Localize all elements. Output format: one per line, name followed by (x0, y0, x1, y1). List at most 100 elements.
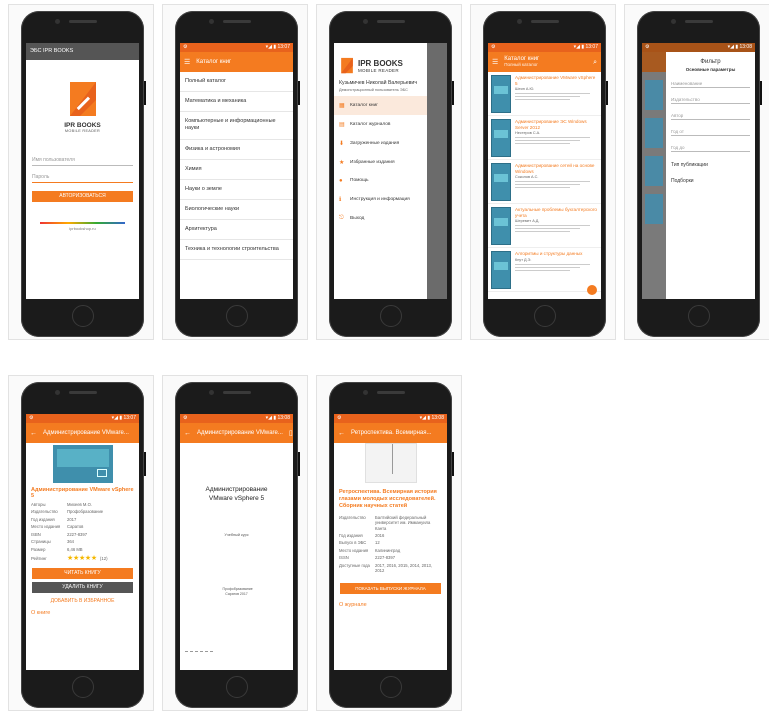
login-screen: ЭБС IPR BOOKS IPR BOOKS MOBILE READER Им… (26, 43, 139, 299)
home-button[interactable] (379, 305, 402, 327)
drawer-item[interactable]: ▤ Каталог журналов (334, 115, 427, 134)
back-arrow-icon[interactable]: ← (338, 430, 345, 437)
phone-frame: ⚙ ▾◢ ▮ 13:07 ☰ Каталог книг Полный катало… (483, 11, 608, 337)
book-thumbnail (491, 207, 511, 245)
show-issues-button[interactable]: ПОКАЗАТЬ ВЫПУСКИ ЖУРНАЛА (340, 582, 441, 594)
ipr-logo-icon (341, 57, 353, 74)
menu-icon[interactable]: ☰ (492, 59, 498, 66)
drawer-logo-title: IPR BOOKS (358, 59, 403, 68)
book-list-item[interactable]: Администрирование сетей на основе Window… (488, 160, 601, 204)
catalog-item[interactable]: Техника и технологии строительства (180, 240, 293, 261)
page-heading-line1: Администрирование (205, 486, 268, 493)
book-list-author: Шеремет А.Д. (515, 219, 540, 223)
drawer-item[interactable]: ▦ Каталог книг (334, 95, 427, 115)
drawer-item[interactable]: ℹ Инструкция и информация (334, 190, 427, 209)
meta-value: 6,46 MB (67, 546, 83, 552)
meta-value: 2227-8397 (67, 531, 88, 537)
meta-label: Размер (31, 546, 46, 552)
meta-row: Размер 6,46 MB (26, 546, 139, 553)
filter-screen: ⚙ ▾◢ ▮ 13:08 Фильтр Основные параметры На… (642, 43, 755, 299)
reader-screen: ⚙ ▾◢ ▮ 13:08 ← Администрирование VMware..… (180, 414, 293, 670)
drawer-item-label: Выход (350, 215, 365, 221)
filter-field[interactable]: Издательство (671, 97, 750, 104)
help-icon: ● (339, 177, 343, 184)
meta-row: Год издания 2017 (26, 516, 139, 523)
back-arrow-icon[interactable]: ← (30, 430, 37, 437)
meta-value: Саратов (67, 524, 84, 530)
search-icon[interactable]: ⌕ (593, 59, 597, 66)
catalog-item[interactable]: Науки о земле (180, 180, 293, 200)
drawer-item[interactable]: ★ Избранные издания (334, 153, 427, 172)
book-list-subtitle: Полный каталог (504, 61, 538, 67)
book-cover (52, 445, 113, 483)
book-list-item[interactable]: Актуальные проблемы бухгалтерского учета… (488, 204, 601, 248)
filter-field[interactable]: Наименование (671, 81, 750, 88)
username-field[interactable]: Имя пользователя (32, 155, 133, 166)
home-button[interactable] (71, 305, 94, 327)
about-journal-link[interactable]: О журнале (334, 594, 447, 608)
book-list-title: Администрирование VMware vSphere 5 (515, 75, 596, 86)
book-list-item[interactable]: Администрирование ЭС Windows Server 2012… (488, 116, 601, 160)
card-book-list: ⚙ ▾◢ ▮ 13:07 ☰ Каталог книг Полный катало… (470, 4, 616, 340)
meta-row: Страницы 364 (26, 538, 139, 545)
meta-label: Выпуск в ЭБС (339, 540, 367, 546)
filter-field[interactable]: Автор (671, 113, 750, 120)
user-org: Демонстрационный пользователь ЭБС (339, 87, 408, 92)
home-button[interactable] (71, 676, 94, 698)
about-book-link[interactable]: О книге (26, 604, 139, 616)
meta-label: Год издания (339, 532, 363, 538)
catalog-item[interactable]: Математика и механика (180, 92, 293, 113)
drawer-item[interactable]: ● Помощь (334, 172, 427, 190)
card-login: ЭБС IPR BOOKS IPR BOOKS MOBILE READER Им… (8, 4, 154, 340)
book-list-title: Актуальные проблемы бухгалтерского учета (515, 207, 597, 218)
drawer-item-label: Помощь (350, 178, 369, 183)
login-button[interactable]: АВТОРИЗОВАТЬСЯ (32, 191, 133, 202)
home-button[interactable] (225, 676, 248, 698)
rating-stars[interactable]: ★★★★★ (67, 554, 97, 562)
catalog-appbar: ☰ Каталог книг (180, 52, 293, 72)
drawer-item[interactable]: ⬇ Загруженные издания (334, 134, 427, 153)
home-button[interactable] (379, 676, 402, 698)
catalog-item[interactable]: Полный каталог (180, 72, 293, 93)
book-thumbnail (491, 163, 511, 201)
login-status-title: ЭБС IPR BOOKS (26, 43, 139, 60)
catalog-item[interactable]: Биологические науки (180, 200, 293, 221)
catalog-item[interactable]: Химия (180, 160, 293, 180)
book-thumbnail (491, 251, 511, 289)
home-button[interactable] (533, 305, 556, 327)
catalog-item[interactable]: Архитектура (180, 220, 293, 241)
phone-frame: ⚙ ▾◢ ▮ 13:07 ← Администрирование VMware..… (21, 382, 146, 708)
scroll-fab[interactable] (587, 285, 597, 295)
home-button[interactable] (225, 305, 248, 327)
catalog-screen: ⚙ ▾◢ ▮ 13:07 ☰ Каталог книг Полный катало… (180, 43, 293, 299)
catalog-item[interactable]: Компьютерные и информационные науки (180, 112, 293, 140)
bookmark-icon[interactable]: ▯ (289, 430, 293, 437)
filter-title: Фильтр (700, 59, 721, 65)
filter-field[interactable]: Год до (671, 145, 750, 152)
read-book-button[interactable]: ЧИТАТЬ КНИГУ (32, 568, 133, 580)
book-title: Администрирование VMware vSphere 5 (31, 487, 134, 499)
pub-type-select[interactable]: Тип публикации (666, 152, 755, 168)
delete-book-button[interactable]: УДАЛИТЬ КНИГУ (32, 582, 133, 594)
status-bar: ⚙ ▾◢ ▮ 13:08 (642, 43, 755, 52)
book-list-title: Алгоритмы и структуры данных (515, 251, 583, 256)
drawer-item[interactable]: ⎋ Выход (334, 209, 427, 228)
book-list-item[interactable]: Администрирование VMware vSphere 5 Шеин А… (488, 72, 601, 116)
star-icon: ★ (339, 159, 345, 166)
back-arrow-icon[interactable]: ← (184, 430, 191, 437)
drawer-item-label: Избранные издания (350, 159, 395, 165)
filter-field[interactable]: Год от (671, 129, 750, 136)
meta-value: 2016 (375, 532, 385, 538)
page-divider (185, 651, 213, 652)
collections-select[interactable]: Подборки (666, 168, 755, 184)
home-button[interactable] (687, 305, 710, 327)
page-heading-line2: VMware vSphere 5 (208, 495, 265, 503)
meta-row: Издательство Профобразование (26, 508, 139, 515)
password-field[interactable]: Пароль (32, 172, 133, 183)
journal-appbar: ← Ретроспектива. Всемирная... (334, 423, 447, 443)
catalog-item[interactable]: Физика и астрономия (180, 140, 293, 160)
book-list-item[interactable]: Алгоритмы и структуры данных Кнут Д.Э. (488, 248, 601, 292)
menu-icon[interactable]: ☰ (184, 59, 190, 66)
book-list-title: Администрирование сетей на основе Window… (515, 163, 595, 174)
phone-frame: ⚙ ▾◢ ▮ 13:08 ← Ретроспектива. Всемирная..… (329, 382, 454, 708)
